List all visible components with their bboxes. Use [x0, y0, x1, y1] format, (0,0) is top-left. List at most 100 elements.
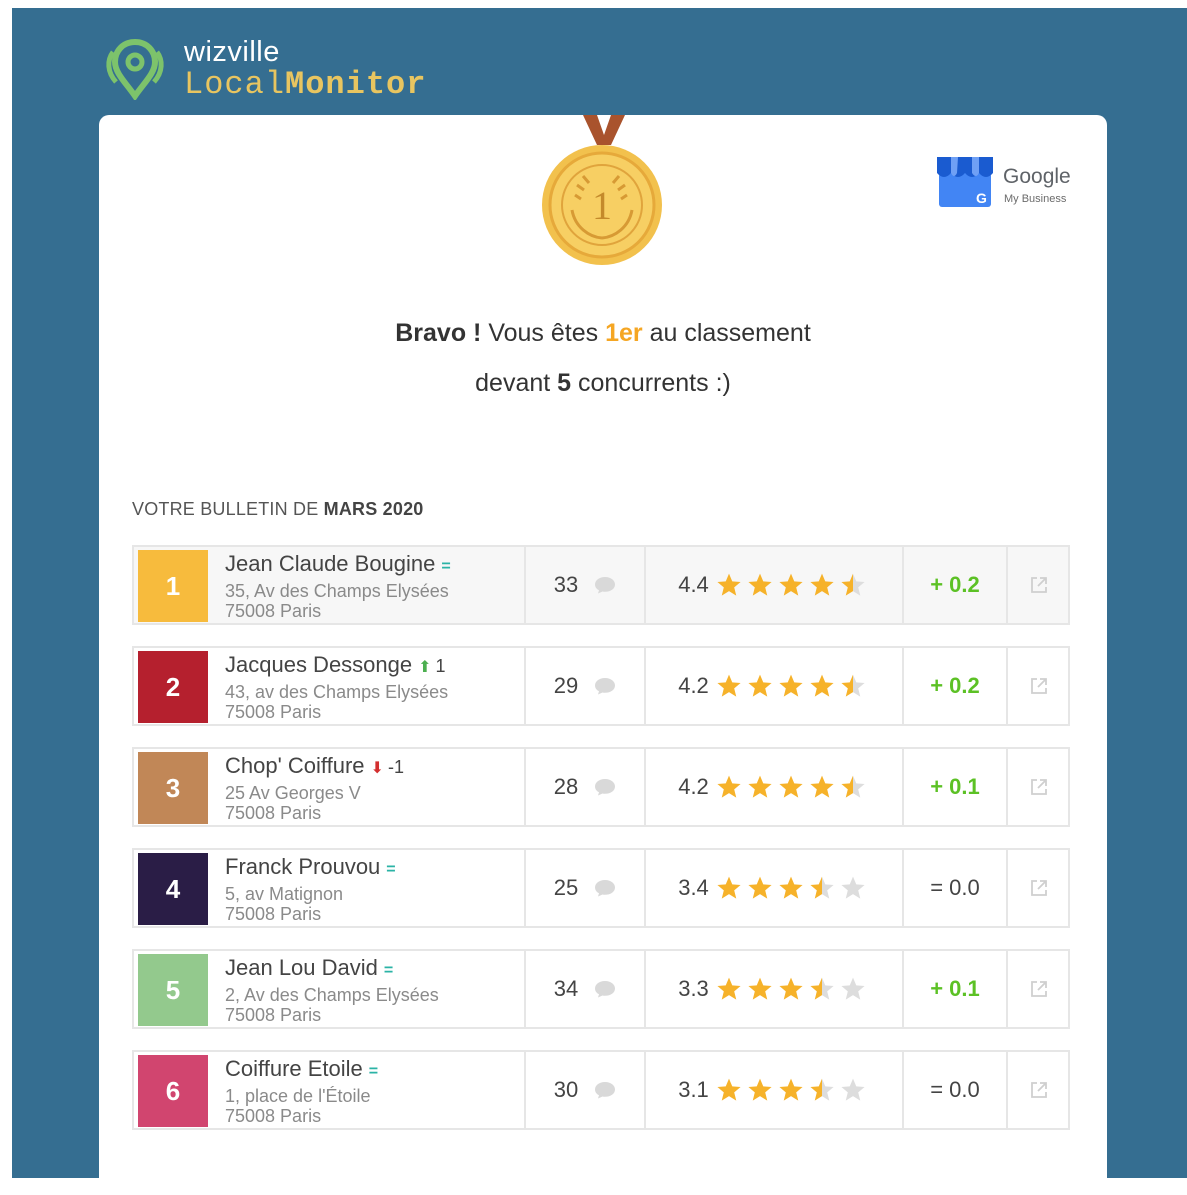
ranking-row: 5 Jean Lou David = 2, Av des Champs Elysé… [132, 949, 1070, 1029]
gold-medal-icon: 1 [542, 115, 662, 265]
open-external-link[interactable] [1008, 1052, 1070, 1128]
star-full-icon [779, 977, 803, 1000]
open-external-link[interactable] [1008, 749, 1070, 825]
star-full-icon [810, 674, 834, 697]
review-count: 33 [526, 547, 644, 623]
rating-delta: + 0.2 [930, 572, 980, 597]
star-full-icon [779, 674, 803, 697]
comment-icon [595, 779, 616, 796]
business-address: 5, av Matignon 75008 Paris [225, 884, 344, 924]
comment-icon [595, 678, 616, 695]
review-count: 29 [526, 648, 644, 724]
external-link-icon[interactable] [1029, 1080, 1049, 1100]
business-name: Coiffure Etoile = [225, 1056, 382, 1082]
store-icon: G [937, 157, 993, 207]
star-half-icon [810, 977, 834, 1000]
star-full-icon [717, 775, 741, 798]
business-name: Jacques Dessonge ⬆ 1 [225, 652, 446, 677]
star-rating [715, 875, 870, 901]
rank-badge: 5 [138, 954, 208, 1026]
star-full-icon [717, 977, 741, 1000]
rating-delta: = 0.0 [930, 1077, 980, 1102]
star-full-icon [717, 573, 741, 596]
star-full-icon [748, 876, 772, 899]
open-external-link[interactable] [1008, 648, 1070, 724]
business-name: Chop' Coiffure ⬇ -1 [225, 753, 404, 778]
star-full-icon [748, 674, 772, 697]
business-address: 2, Av des Champs Elysées 75008 Paris [225, 985, 439, 1025]
star-empty-icon [841, 876, 865, 899]
ranking-row: 3 Chop' Coiffure ⬇ -1 25 Av Georges V 75008… [132, 747, 1070, 827]
trend-indicator: = [441, 558, 451, 575]
rating-score: 3.3 [646, 951, 902, 1027]
star-full-icon [717, 876, 741, 899]
report-card: 1 G Google My Business Bravo ! Vous êtes… [99, 115, 1107, 1195]
rank-badge: 2 [138, 651, 208, 723]
star-half-icon [841, 573, 865, 596]
star-empty-icon [841, 1078, 865, 1101]
open-external-link[interactable] [1008, 850, 1070, 926]
star-rating [715, 774, 870, 800]
comment-icon [595, 880, 616, 897]
open-external-link[interactable] [1008, 547, 1070, 623]
rank-badge: 1 [138, 550, 208, 622]
review-count: 28 [526, 749, 644, 825]
star-full-icon [779, 876, 803, 899]
rating-delta: + 0.1 [930, 976, 980, 1001]
location-pin-icon [106, 38, 164, 100]
ranking-row: 6 Coiffure Etoile = 1, place de l'Étoile 7… [132, 1050, 1070, 1130]
business-address: 1, place de l'Étoile 75008 Paris [225, 1086, 371, 1126]
headline-line-1: Bravo ! Vous êtes 1er au classement [395, 319, 811, 347]
external-link-icon[interactable] [1029, 878, 1049, 898]
star-full-icon [717, 674, 741, 697]
business-address: 35, Av des Champs Elysées 75008 Paris [225, 581, 449, 621]
rating-score: 3.1 [646, 1052, 902, 1128]
ranking-row: 1 Jean Claude Bougine = 35, Av des Champs… [132, 545, 1070, 625]
star-full-icon [748, 573, 772, 596]
external-link-icon[interactable] [1029, 777, 1049, 797]
rating-delta: + 0.1 [930, 774, 980, 799]
medal-number: 1 [592, 183, 612, 228]
wizville-logo: wizville LocalMonitor [104, 36, 434, 106]
external-link-icon[interactable] [1029, 979, 1049, 999]
rank-badge: 3 [138, 752, 208, 824]
business-address: 43, av des Champs Elysées 75008 Paris [225, 682, 449, 722]
bulletin-title: VOTRE BULLETIN DE MARS 2020 [132, 499, 424, 519]
rank-badge: 6 [138, 1055, 208, 1127]
business-address: 25 Av Georges V 75008 Paris [225, 783, 361, 823]
star-full-icon [810, 775, 834, 798]
trend-indicator: = [368, 1063, 379, 1080]
review-count: 34 [526, 951, 644, 1027]
star-half-icon [841, 674, 865, 697]
rank-badge: 4 [138, 853, 208, 925]
star-half-icon [810, 876, 834, 899]
svg-text:G: G [976, 190, 987, 206]
star-half-icon [841, 775, 865, 798]
rating-score: 4.4 [646, 547, 902, 623]
business-name: Jean Claude Bougine = [225, 551, 455, 577]
comment-icon [595, 577, 616, 594]
star-full-icon [810, 573, 834, 596]
trend-indicator: = [386, 861, 396, 878]
comment-icon [595, 981, 616, 998]
ranking-row: 4 Franck Prouvou = 5, av Matignon 75008 Pa… [132, 848, 1070, 928]
open-external-link[interactable] [1008, 951, 1070, 1027]
brand-name: wizville [184, 36, 280, 68]
star-full-icon [748, 1078, 772, 1101]
star-full-icon [779, 573, 803, 596]
rating-score: 4.2 [646, 749, 902, 825]
star-empty-icon [841, 977, 865, 1000]
headline-line-2: devant 5 concurrents :) [475, 369, 731, 397]
external-link-icon[interactable] [1029, 575, 1049, 595]
google-wordmark: Google [1003, 165, 1071, 188]
star-full-icon [717, 1078, 741, 1101]
google-my-business-logo: G Google My Business [935, 153, 1075, 209]
business-name: Jean Lou David = [225, 955, 397, 981]
rating-delta: = 0.0 [930, 875, 980, 900]
star-full-icon [748, 775, 772, 798]
google-my-business-sub: My Business [1004, 193, 1067, 205]
external-link-icon[interactable] [1029, 676, 1049, 696]
review-count: 30 [526, 1052, 644, 1128]
trend-indicator: ⬆ 1 [418, 656, 446, 676]
star-full-icon [748, 977, 772, 1000]
